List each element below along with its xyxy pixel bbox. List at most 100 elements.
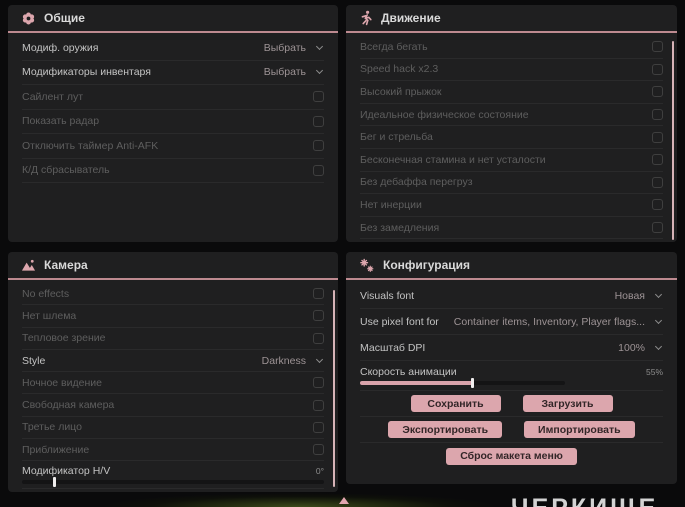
checkbox[interactable] (313, 377, 324, 389)
panel-camera: Камера No effects Нет шлема Тепловое зрени… (8, 252, 338, 492)
row-label: К/Д сбрасыватель (22, 164, 110, 177)
rows-container: Модиф. оружия Выбрать Модификаторы инвента… (8, 33, 338, 183)
row-label: Visuals font (360, 289, 415, 302)
dropdown-value: Container items, Inventory, Player flags… (453, 315, 645, 328)
rows-container: Всегда бегать Speed hack x2.3 Высокий прыж… (346, 33, 677, 240)
slider-fill (360, 381, 473, 385)
chevron-down-icon (654, 316, 663, 324)
option-row: Высокий прыжок (360, 81, 663, 104)
dropdown-value: Выбрать (263, 41, 306, 54)
slider-value-wrap: 55% (646, 367, 663, 377)
slider-handle[interactable] (53, 477, 57, 488)
action-button[interactable]: Импортировать (524, 421, 635, 438)
option-row: Без замедления (360, 217, 663, 240)
checkbox-wrap (313, 332, 324, 344)
checkbox[interactable] (652, 222, 663, 234)
panel-config: Конфигурация Visuals font Новая Use pixel … (346, 252, 677, 484)
gears-icon (359, 258, 375, 273)
slider-handle[interactable] (470, 378, 474, 388)
checkbox-wrap (313, 91, 324, 103)
checkbox[interactable] (313, 310, 324, 322)
dropdown[interactable]: Darkness (262, 355, 324, 367)
checkbox[interactable] (313, 288, 324, 300)
row-label: Идеальное физическое состояние (360, 108, 529, 121)
checkbox[interactable] (652, 41, 663, 53)
option-row: Ночное видение (22, 372, 324, 395)
panel-movement: Движение Всегда бегать Speed hack x2.3 Выс… (346, 5, 677, 242)
checkbox[interactable] (652, 176, 663, 188)
option-row: Без дебаффа перегруз (360, 172, 663, 195)
checkbox[interactable] (652, 109, 663, 121)
panel-header: Общие (8, 5, 338, 33)
option-row: Speed hack x2.3 (360, 59, 663, 82)
option-row: Показать радар (22, 110, 324, 134)
checkbox[interactable] (652, 131, 663, 143)
checkbox-wrap (313, 310, 324, 322)
dropdown-value: 100% (618, 341, 645, 354)
option-row: Use pixel font for Container items, Inven… (360, 309, 663, 335)
checkbox[interactable] (313, 164, 324, 176)
row-label: Приближение (22, 443, 90, 456)
slider-value: 0° (315, 466, 324, 477)
checkbox[interactable] (652, 86, 663, 98)
row-label: No effects (22, 287, 70, 300)
action-button[interactable]: Экспортировать (388, 421, 503, 438)
action-button[interactable]: Загрузить (522, 395, 613, 412)
button-row: Сброс макета меню (360, 443, 663, 469)
chevron-down-icon (315, 42, 324, 50)
checkbox[interactable] (313, 421, 324, 433)
row-label: Третье лицо (22, 421, 82, 434)
checkbox[interactable] (652, 63, 663, 75)
option-row: Отключить таймер Anti-AFK (22, 134, 324, 159)
dropdown[interactable]: Выбрать (264, 66, 324, 78)
runner-icon (359, 10, 373, 26)
scrollbar[interactable] (672, 41, 674, 240)
checkbox-wrap (313, 377, 324, 389)
chevron-down-icon (315, 355, 324, 363)
row-label: Показать радар (22, 115, 100, 128)
checkbox-wrap (313, 115, 324, 127)
checkbox[interactable] (313, 444, 324, 456)
slider[interactable] (22, 477, 324, 488)
checkbox[interactable] (652, 199, 663, 211)
action-button[interactable]: Сохранить (410, 395, 501, 412)
option-row: Бесконечная стамина и нет усталости (360, 149, 663, 172)
checkbox[interactable] (652, 154, 663, 166)
checkbox-wrap (652, 109, 663, 121)
option-row: Скорость анимации 55% (360, 361, 663, 391)
checkbox-wrap (313, 288, 324, 300)
checkbox[interactable] (313, 140, 324, 152)
row-label: Сайлент лут (22, 90, 84, 103)
dropdown[interactable]: 100% (618, 342, 663, 354)
option-row: Visuals font Новая (360, 283, 663, 309)
scrollbar[interactable] (333, 290, 335, 487)
panel-title: Движение (381, 11, 441, 25)
checkbox-wrap (652, 199, 663, 211)
compass-marker-icon (339, 497, 349, 504)
option-row: Сайлент лут (22, 85, 324, 110)
dropdown[interactable]: Container items, Inventory, Player flags… (454, 316, 663, 328)
action-button[interactable]: Сброс макета меню (446, 447, 577, 465)
panel-title: Общие (44, 11, 85, 25)
checkbox[interactable] (313, 91, 324, 103)
checkbox[interactable] (313, 115, 324, 127)
row-label: Ночное видение (22, 376, 102, 389)
checkbox[interactable] (313, 399, 324, 411)
option-row: Модификатор H/V 0° (22, 461, 324, 490)
row-label: Нет шлема (22, 309, 77, 322)
chevron-down-icon (654, 342, 663, 350)
checkbox-wrap (652, 131, 663, 143)
option-row: Тепловое зрение (22, 328, 324, 350)
checkbox[interactable] (313, 332, 324, 344)
option-row: К/Д сбрасыватель (22, 159, 324, 183)
row-label: Модиф. оружия (22, 41, 99, 54)
rows-container: Visuals font Новая Use pixel font for Conta… (346, 280, 677, 391)
dropdown[interactable]: Новая (615, 290, 663, 302)
screen: ЧЕРКИЩЕ Общие Модиф. оружияВыбратьМодифи… (0, 0, 685, 507)
dropdown-value: Новая (614, 289, 645, 302)
row-label: Use pixel font for (360, 315, 439, 328)
row-label: Без дебаффа перегруз (360, 176, 473, 189)
mountain-image-icon (21, 258, 36, 272)
dropdown[interactable]: Выбрать (264, 42, 324, 54)
slider[interactable] (360, 378, 565, 388)
